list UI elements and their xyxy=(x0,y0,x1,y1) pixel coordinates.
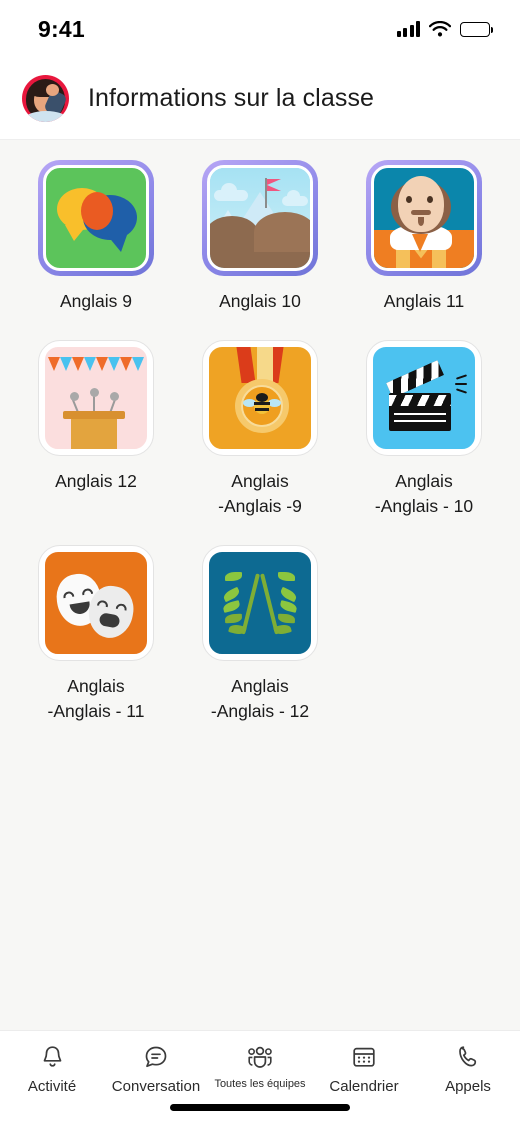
nav-label: Appels xyxy=(445,1078,491,1095)
nav-item-calls[interactable]: Appels xyxy=(416,1043,520,1095)
app-header: Informations sur la classe xyxy=(0,58,520,140)
class-tile-anglais-anglais-12[interactable]: Anglais -Anglais - 12 xyxy=(178,545,342,724)
nav-item-conversation[interactable]: Conversation xyxy=(104,1043,208,1095)
class-list-content: Anglais 9 Anglais 10 Anglais 11 Anglais … xyxy=(0,140,520,1030)
cellular-signal-icon xyxy=(396,21,420,37)
wifi-icon xyxy=(429,21,451,37)
battery-icon xyxy=(460,21,494,37)
shakespeare-icon xyxy=(371,165,477,271)
class-label: Anglais -Anglais - 11 xyxy=(47,676,145,722)
class-tile-anglais-anglais-10[interactable]: Anglais -Anglais - 10 xyxy=(342,340,506,519)
status-bar: 9:41 xyxy=(0,0,520,58)
theater-masks-icon xyxy=(43,550,149,657)
grid-empty-slot xyxy=(342,545,506,724)
spelling-bee-medal-icon xyxy=(207,345,313,452)
calendar-icon xyxy=(351,1043,377,1071)
tile-frame xyxy=(202,160,318,276)
speech-bubbles-icon xyxy=(43,165,149,271)
tile-frame xyxy=(202,545,318,662)
avatar[interactable] xyxy=(22,75,69,122)
tile-frame xyxy=(366,160,482,276)
phone-icon xyxy=(456,1043,480,1071)
tile-frame xyxy=(366,340,482,457)
home-indicator[interactable] xyxy=(170,1104,350,1111)
tile-frame xyxy=(38,545,154,662)
nav-label: Calendrier xyxy=(329,1078,399,1095)
phone-screen: 9:41 Informations sur la classe Anglais … xyxy=(0,0,520,1124)
mountain-flag-icon xyxy=(207,165,313,271)
tile-frame xyxy=(38,340,154,457)
class-tile-anglais-11[interactable]: Anglais 11 xyxy=(342,160,506,314)
chat-icon xyxy=(143,1043,169,1071)
class-label: Anglais 10 xyxy=(219,291,301,311)
laurel-wreath-icon xyxy=(207,550,313,657)
clapperboard-icon xyxy=(371,345,477,452)
class-label: Anglais -Anglais - 10 xyxy=(374,471,474,517)
class-tile-anglais-anglais-11[interactable]: Anglais -Anglais - 11 xyxy=(14,545,178,724)
class-grid: Anglais 9 Anglais 10 Anglais 11 Anglais … xyxy=(0,160,520,724)
nav-label: Activité xyxy=(27,1078,77,1095)
status-icons xyxy=(396,21,494,37)
class-tile-anglais-12[interactable]: Anglais 12 xyxy=(14,340,178,519)
class-tile-anglais-anglais-9[interactable]: Anglais -Anglais -9 xyxy=(178,340,342,519)
nav-item-activity[interactable]: Activité xyxy=(0,1043,104,1095)
nav-item-all-teams[interactable]: Toutes les équipes xyxy=(208,1043,312,1090)
class-label: Anglais 9 xyxy=(60,291,132,311)
bell-icon xyxy=(40,1043,65,1071)
class-tile-anglais-10[interactable]: Anglais 10 xyxy=(178,160,342,314)
teams-people-icon xyxy=(245,1043,275,1071)
class-label: Anglais 11 xyxy=(383,291,465,311)
podium-icon xyxy=(43,345,149,452)
nav-item-calendar[interactable]: Calendrier xyxy=(312,1043,416,1095)
class-label: Anglais -Anglais -9 xyxy=(218,471,302,517)
tile-frame xyxy=(38,160,154,276)
class-tile-anglais-9[interactable]: Anglais 9 xyxy=(14,160,178,314)
page-title: Informations sur la classe xyxy=(88,84,375,112)
nav-label: Conversation xyxy=(111,1078,201,1095)
class-label: Anglais -Anglais - 12 xyxy=(210,676,310,722)
status-time: 9:41 xyxy=(38,15,85,42)
tile-frame xyxy=(202,340,318,457)
nav-label: Toutes les équipes xyxy=(214,1078,306,1090)
class-label: Anglais 12 xyxy=(55,471,137,492)
